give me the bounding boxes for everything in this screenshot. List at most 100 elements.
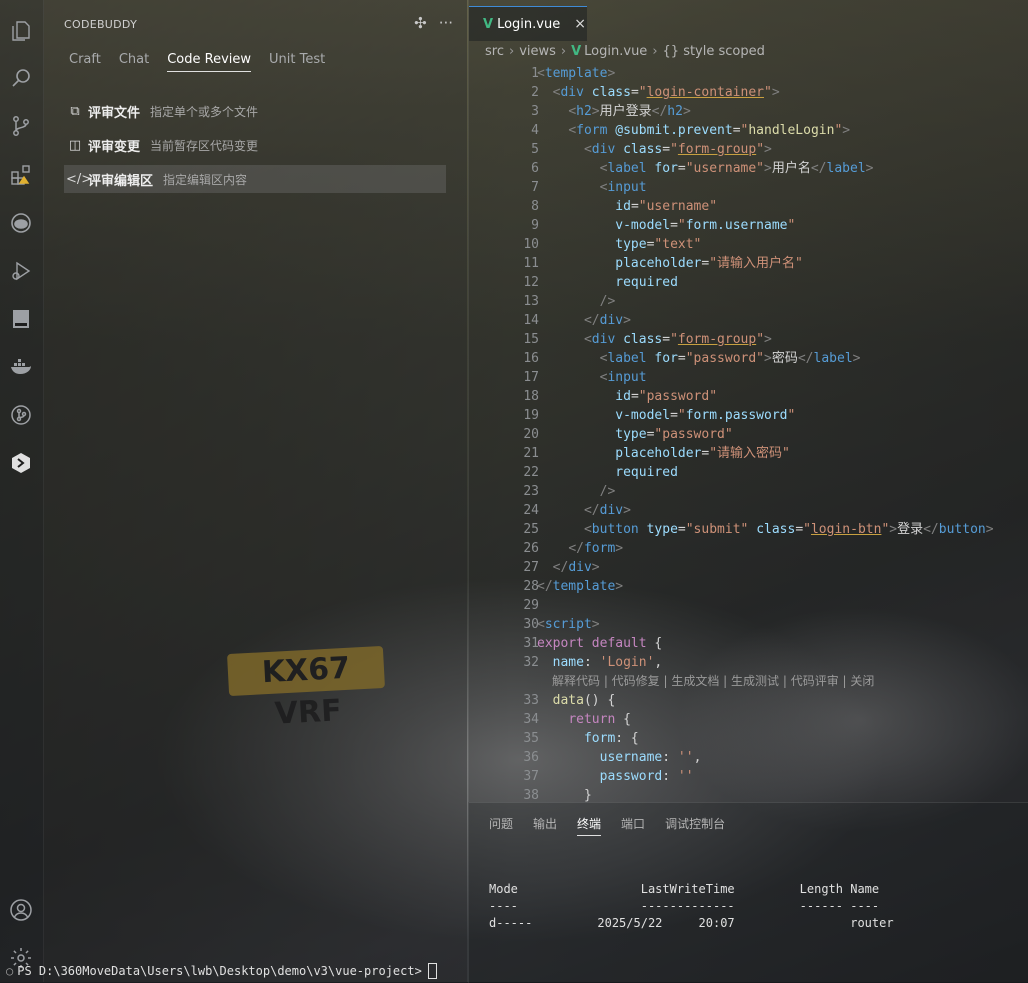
diff-icon: ◫ (68, 137, 82, 153)
breadcrumb: src › views › V Login.vue › {} style sco… (485, 44, 765, 59)
tab-ports[interactable]: 端口 (621, 815, 645, 836)
code-line: 21 placeholder="请输入密码" (523, 446, 790, 461)
breadcrumb-symbol[interactable]: {} style scoped (663, 44, 765, 59)
breadcrumb-views[interactable]: views (519, 44, 556, 59)
review-item-label: 评审编辑区 (88, 173, 154, 189)
review-item-label: 评审文件 (88, 105, 141, 121)
code-line: 30 <script> (523, 617, 600, 632)
code-line: 9 v-model="form.username" (531, 218, 796, 233)
bottom-panel: 问题 输出 终端 端口 调试控制台 Mode LastWriteTime Len… (468, 802, 1028, 983)
close-icon[interactable]: × (574, 16, 586, 32)
prompt-dot-icon: ○ (6, 964, 14, 978)
code-line: 24 </div> (523, 503, 631, 518)
breadcrumb-src[interactable]: src (485, 44, 504, 59)
review-item-label: 评审变更 (88, 139, 141, 155)
code-line: 37 password: '' (523, 769, 694, 784)
code-line: 11 placeholder="请输入用户名" (523, 256, 803, 271)
codebuddy-icon[interactable] (6, 448, 36, 478)
review-files-item[interactable]: ⧉ 评审文件 指定单个或多个文件 (64, 97, 446, 125)
chevron-right-icon: › (560, 44, 567, 59)
code-line: 2 <div class="login-container"> (531, 85, 780, 100)
account-icon[interactable] (6, 895, 36, 925)
code-line: 5 <div class="form-group"> (531, 142, 772, 157)
sidebar-tabs: Craft Chat Code Review Unit Test (69, 52, 343, 72)
tab-problems[interactable]: 问题 (489, 815, 513, 836)
code-line: 34 return { (523, 712, 631, 727)
run-debug-icon[interactable] (6, 256, 36, 286)
vue-file-icon: V (483, 16, 494, 32)
code-line: 14 </div> (523, 313, 631, 328)
search-icon[interactable] (6, 63, 36, 93)
code-line: 19 v-model="form.password" (523, 408, 796, 423)
prompt-text: PS D:\360MoveData\Users\lwb\Desktop\demo… (17, 964, 422, 978)
code-line: 7 <input (531, 180, 647, 195)
activity-bar (0, 0, 44, 982)
code-line: 36 username: '', (523, 750, 702, 765)
source-control-icon[interactable] (6, 111, 36, 141)
code-lens-actions[interactable]: 解释代码 | 代码修复 | 生成文档 | 生成测试 | 代码评审 | 关闭 (552, 672, 874, 691)
code-line: 13 /> (523, 294, 616, 309)
tab-terminal[interactable]: 终端 (577, 815, 602, 836)
review-item-desc: 指定编辑区内容 (163, 172, 248, 187)
explorer-icon[interactable] (6, 16, 36, 46)
code-line: 28 </template> (523, 579, 624, 594)
tab-login-vue[interactable]: V Login.vue × (469, 6, 587, 41)
tab-chat[interactable]: Chat (119, 52, 149, 72)
review-item-desc: 指定单个或多个文件 (150, 104, 259, 119)
code-line: 22 required (523, 465, 678, 480)
review-changes-item[interactable]: ◫ 评审变更 当前暂存区代码变更 (64, 131, 446, 159)
more-actions-icon[interactable]: ··· (439, 14, 453, 32)
review-editor-item[interactable]: </> 评审编辑区 指定编辑区内容 (64, 165, 446, 193)
sidebar-actions: ✣ ··· (414, 14, 453, 32)
tab-debug-console[interactable]: 调试控制台 (665, 815, 725, 836)
extensions-icon[interactable] (6, 160, 36, 190)
new-chat-icon[interactable]: ✣ (414, 14, 427, 32)
code-line: 10 type="text" (523, 237, 702, 252)
editor: V Login.vue × src › views › V Login.vue … (468, 0, 1028, 805)
terminal-row: d----- 2025/5/22 20:07 router (489, 916, 894, 930)
code-line: 1 <template> (531, 66, 616, 81)
code-line: 23 /> (523, 484, 616, 499)
code-line: 12 required (523, 275, 678, 290)
remote-icon[interactable] (6, 304, 36, 334)
codebuddy-sidebar: CODEBUDDY ✣ ··· Craft Chat Code Review U… (44, 0, 467, 982)
tab-output[interactable]: 输出 (533, 815, 557, 836)
code-line: 16 <label for="password">密码</label> (523, 351, 861, 366)
code-area[interactable]: 1 <template> 2 <div class="login-containe… (469, 64, 1028, 805)
tab-code-review[interactable]: Code Review (167, 52, 252, 72)
code-line: 27 </div> (523, 560, 600, 575)
code-line: 29 (523, 598, 539, 613)
chevron-right-icon: › (508, 44, 515, 59)
code-line: 33 data() { (523, 693, 616, 708)
terminal-prompt[interactable]: ○ PS D:\360MoveData\Users\lwb\Desktop\de… (6, 963, 437, 979)
editor-tabbar: V Login.vue × (469, 6, 1028, 41)
code-icon: </> (66, 171, 93, 187)
terminal-cursor (427, 963, 437, 979)
code-line: 15 <div class="form-group"> (523, 332, 772, 347)
git-graph-icon[interactable] (6, 400, 36, 430)
code-line: 20 type="password" (523, 427, 733, 442)
code-line: 17 <input (523, 370, 647, 385)
vue-file-icon: V (571, 44, 582, 59)
chevron-right-icon: › (652, 44, 658, 59)
sidebar-title: CODEBUDDY (64, 18, 138, 31)
tab-label: Login.vue (497, 16, 561, 32)
code-line: 31 export default { (523, 636, 663, 651)
tab-craft[interactable]: Craft (69, 52, 101, 72)
terminal-dashes: ---- ------------- ------ ---- (489, 899, 880, 913)
docker-icon[interactable] (6, 352, 36, 382)
copy-files-icon: ⧉ (70, 103, 80, 119)
code-line: 18 id="password" (523, 389, 718, 404)
breadcrumb-file[interactable]: Login.vue (584, 44, 647, 59)
tab-unit-test[interactable]: Unit Test (269, 52, 325, 72)
code-line: 6 <label for="username">用户名</label> (531, 161, 874, 176)
copilot-icon[interactable] (6, 208, 36, 238)
code-line: 8 id="username" (531, 199, 718, 214)
terminal-output[interactable]: Mode LastWriteTime Length Name ---- -----… (489, 881, 894, 932)
code-line: 25 <button type="submit" class="login-bt… (523, 522, 994, 537)
review-item-desc: 当前暂存区代码变更 (150, 138, 259, 153)
panel-tabs: 问题 输出 终端 端口 调试控制台 (489, 815, 745, 836)
code-line: 4 <form @submit.prevent="handleLogin"> (531, 123, 851, 138)
code-line: 3 <h2>用户登录</h2> (531, 104, 691, 119)
code-line: 26 </form> (523, 541, 624, 556)
